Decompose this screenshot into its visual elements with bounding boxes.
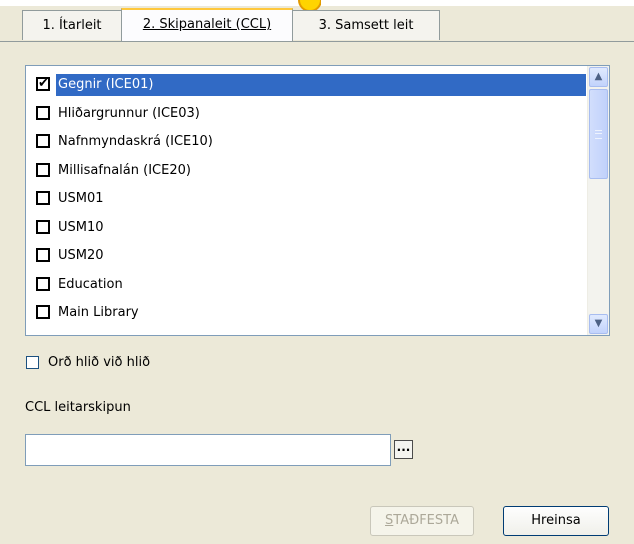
database-list-item[interactable]: Education xyxy=(34,274,586,296)
grip-icon xyxy=(595,130,602,139)
database-label: Nafnmyndaskrá (ICE10) xyxy=(58,134,213,149)
database-checkbox[interactable]: ✔ xyxy=(36,76,50,91)
database-list-item[interactable]: Nafnmyndaskrá (ICE10) xyxy=(34,131,586,153)
tab-combined-search[interactable]: 3. Samsett leit xyxy=(292,10,440,40)
database-label: Millisafnalán (ICE20) xyxy=(58,162,191,178)
ccl-command-label: CCL leitarskipun xyxy=(25,400,131,415)
database-label: USM10 xyxy=(58,219,104,235)
database-list-item[interactable]: USM01 xyxy=(34,188,586,210)
chevron-up-icon: ▲ xyxy=(594,71,603,82)
database-list-item[interactable]: Millisafnalán (ICE20) xyxy=(34,160,586,182)
database-list-item[interactable]: ✔ Gegnir (ICE01) xyxy=(34,74,586,96)
database-list: ✔ Gegnir (ICE01) Hliðargrunnur (ICE03) Nafn… xyxy=(26,66,586,335)
scroll-up-button[interactable]: ▲ xyxy=(589,67,608,87)
confirm-button[interactable]: STAÐFESTA xyxy=(370,506,474,536)
side-by-side-label: Orð hlið við hlið xyxy=(48,355,151,370)
database-list-item[interactable]: USM20 xyxy=(34,245,586,267)
database-label: Main Library xyxy=(58,305,139,320)
search-window: 1. Ítarleit 2. Skipanaleit (CCL) 3. Sams… xyxy=(0,0,634,544)
scroll-thumb[interactable] xyxy=(589,89,608,179)
database-checkbox[interactable] xyxy=(36,162,50,177)
database-label: Gegnir (ICE01) xyxy=(56,74,586,96)
database-checkbox[interactable] xyxy=(36,248,50,262)
side-by-side-checkbox[interactable] xyxy=(26,356,39,369)
browse-button[interactable]: ... xyxy=(394,440,413,459)
database-label: Hliðargrunnur (ICE03) xyxy=(58,105,200,121)
database-label: Education xyxy=(58,276,123,292)
database-checkbox[interactable] xyxy=(36,276,50,291)
database-label: USM01 xyxy=(58,191,104,206)
database-checkbox[interactable] xyxy=(36,105,50,120)
scroll-down-button[interactable]: ▼ xyxy=(589,314,608,334)
chevron-down-icon: ▼ xyxy=(594,318,603,329)
database-list-item[interactable]: USM10 xyxy=(34,217,586,239)
vertical-scrollbar[interactable]: ▲ ▼ xyxy=(587,66,609,335)
database-checkbox[interactable] xyxy=(36,191,50,205)
database-listbox[interactable]: ✔ Gegnir (ICE01) Hliðargrunnur (ICE03) Nafn… xyxy=(25,65,610,336)
database-label: USM20 xyxy=(58,248,104,263)
database-checkbox[interactable] xyxy=(36,305,50,319)
tab-ccl-search[interactable]: 2. Skipanaleit (CCL) xyxy=(121,8,293,41)
ccl-command-input[interactable] xyxy=(25,434,391,466)
database-list-item[interactable]: Hliðargrunnur (ICE03) xyxy=(34,103,586,125)
confirm-label: TAÐFESTA xyxy=(393,513,459,528)
tab-panel-border xyxy=(0,41,634,42)
database-list-item[interactable]: Main Library xyxy=(34,302,586,324)
database-checkbox[interactable] xyxy=(36,134,50,148)
database-checkbox[interactable] xyxy=(36,219,50,234)
clear-button[interactable]: Hreinsa xyxy=(503,506,609,536)
checkmark-icon: ✔ xyxy=(38,76,49,91)
tab-advanced-search[interactable]: 1. Ítarleit xyxy=(22,10,122,40)
